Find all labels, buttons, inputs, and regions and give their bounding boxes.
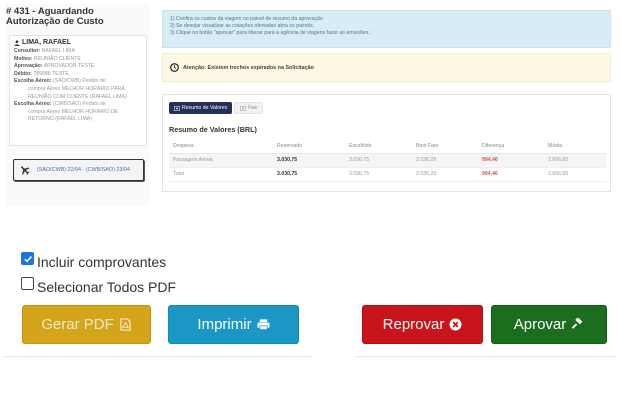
choice-2-line-2: RETORNO (RAFAEL LIMA)	[28, 116, 92, 123]
request-title: # 431 - Aguardando Autorização de Custo	[6, 6, 104, 27]
flight-itinerary-text: (SAO/CWB) 22/04 - (CWB/SAO) 23/04	[37, 167, 130, 173]
table-row: Passagem Aérea 3.030,75 3.030,75 2.036,2…	[169, 153, 606, 168]
flight-itinerary-button[interactable]: (SAO/CWB) 22/04 - (CWB/SAO) 23/04	[13, 159, 144, 181]
values-table: Despesa Reservado Escolhido Best Fare Di…	[169, 139, 606, 182]
include-receipts-row	[21, 252, 34, 265]
print-button[interactable]: Imprimir	[168, 305, 299, 344]
table-cell: 3.030,75	[345, 167, 412, 182]
select-all-pdf-checkbox[interactable]	[21, 277, 34, 290]
column-header: Média	[544, 139, 606, 154]
include-receipts-checkbox[interactable]	[21, 252, 34, 265]
instruction-line: 2) Se desejar visualizar as cotações ofe…	[170, 22, 315, 29]
field-motivo: Motivo: REUNIÃO CLIENTE	[14, 55, 81, 62]
traveler-name: LIMA, RAFAEL	[22, 39, 71, 46]
tab-label: Resumo de Valores	[182, 105, 228, 111]
column-header: Best Fare	[412, 139, 478, 154]
field-escolha-aereo-2: Escolha Aéreo: (CWB/SAO) Pedido de	[14, 101, 106, 108]
tab-label: Fee	[248, 105, 258, 111]
values-title: Resumo de Valores (BRL)	[169, 125, 257, 134]
button-label: Reprovar	[382, 316, 445, 333]
table-cell: 2.036,29	[412, 153, 478, 168]
checkmark-icon	[23, 255, 32, 263]
money-icon	[240, 105, 247, 111]
divider	[4, 356, 312, 357]
tab-fee[interactable]: Fee	[234, 102, 264, 114]
table-cell: 3.030,75	[273, 153, 345, 168]
field-aprovacao: Aprovação: APROVADOR TESTE	[14, 63, 95, 70]
traveler-name-row: LIMA, RAFAEL	[14, 39, 142, 46]
pdf-file-icon	[120, 318, 131, 331]
field-escolha-aereo-1: Escolha Aéreo: (SAO/CWB) Pedido de	[14, 78, 106, 85]
clock-icon	[170, 63, 179, 72]
select-all-pdf-row	[21, 277, 34, 290]
button-label: Gerar PDF	[41, 316, 114, 333]
table-cell: 3.030,75	[345, 153, 412, 168]
expired-warning-alert: Atenção: Existem trechos expirados na So…	[162, 53, 611, 82]
table-cell: 2.666,65	[544, 153, 606, 168]
column-header: Diferença	[478, 139, 544, 154]
instruction-line: 1) Confira os custos da viagem no painel…	[170, 16, 323, 22]
printer-icon	[257, 319, 270, 330]
button-label: Imprimir	[197, 316, 252, 333]
warning-text: Atenção: Existem trechos expirados na So…	[183, 64, 314, 71]
instructions-alert: 1) Confira os custos da viagem no painel…	[162, 10, 611, 48]
field-debito: Débito: 789088 TESTE	[14, 70, 69, 77]
table-cell: Passagem Aérea	[169, 153, 273, 168]
table-cell: 3.030,75	[273, 167, 345, 182]
table-header-row: Despesa Reservado Escolhido Best Fare Di…	[169, 139, 606, 154]
table-cell: 994,46	[478, 153, 544, 168]
include-receipts-label: Incluir comprovantes	[37, 254, 167, 270]
choice-1-line-2: REUNIÃO COM CLIENTE (RAFAEL LIMA)	[28, 93, 127, 100]
divider	[356, 356, 616, 357]
button-label: Aprovar	[513, 316, 567, 333]
table-cell: 2.036,29	[412, 167, 478, 182]
table-cell: Total	[169, 167, 273, 182]
field-consultor: Consultor: RAFAEL LIMA	[14, 48, 75, 54]
approve-button[interactable]: Aprovar	[491, 305, 607, 344]
user-icon	[14, 39, 20, 46]
select-all-pdf-label: Selecionar Todos PDF	[37, 279, 177, 295]
choice-1-line-1: compra Aéreo MELHOR HORÁRIO PARA	[28, 85, 125, 92]
money-icon	[174, 105, 180, 111]
gavel-icon	[572, 318, 583, 329]
reject-button[interactable]: Reprovar	[362, 305, 483, 344]
close-circle-icon	[449, 318, 462, 331]
column-header: Escolhido	[345, 139, 412, 154]
tab-resumo-de-valores[interactable]: Resumo de Valores	[169, 102, 233, 114]
table-cell: 994,46	[478, 167, 544, 182]
traveler-card: LIMA, RAFAEL Consultor: RAFAEL LIMA Moti…	[9, 35, 147, 146]
airplane-icon	[21, 166, 30, 175]
column-header: Reservado	[273, 139, 345, 154]
column-header: Despesa	[169, 139, 273, 154]
generate-pdf-button[interactable]: Gerar PDF	[22, 305, 151, 344]
table-row: Total 3.030,75 3.030,75 2.036,29 994,46 …	[169, 167, 606, 182]
instruction-line: 3) Clique no botão "aprovar" para libera…	[170, 29, 372, 36]
values-tabs: Resumo de Valores Fee	[169, 102, 264, 114]
values-summary-panel: Resumo de Valores Fee Resumo de Valores …	[162, 94, 611, 192]
table-cell: 2.666,65	[544, 167, 606, 182]
choice-2-line-1: compra Aéreo MELHOR HORÁRIO DE	[28, 108, 119, 115]
